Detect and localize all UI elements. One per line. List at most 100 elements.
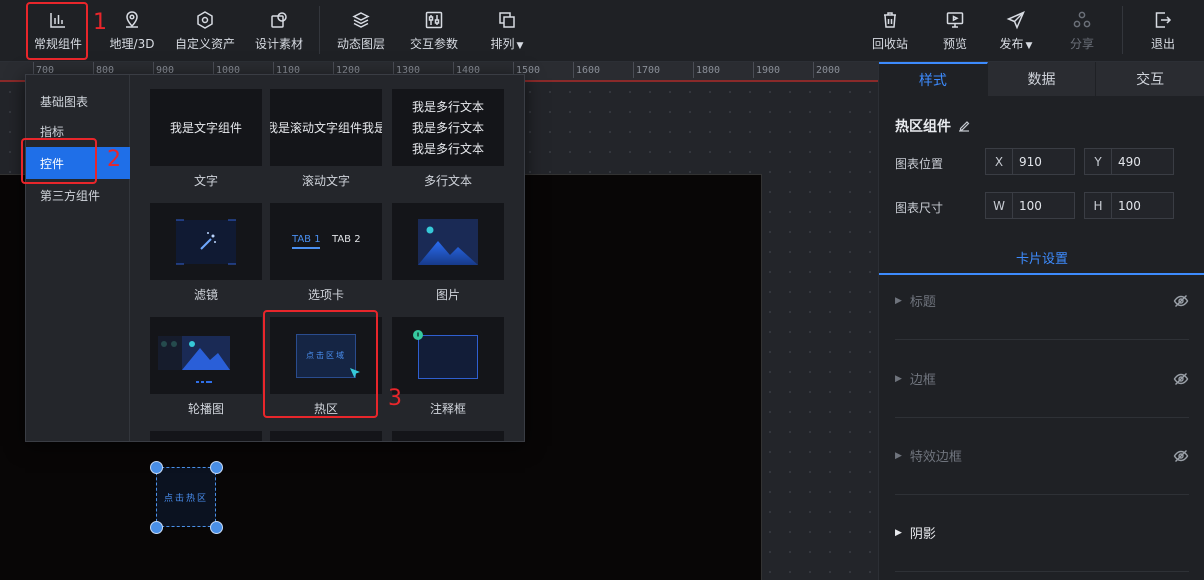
toolbar-geo-3d-button[interactable]: 地理/3D bbox=[106, 0, 158, 62]
component-card-annotation-box[interactable]: 注释框 bbox=[392, 317, 504, 417]
category-indicators[interactable]: 指标 bbox=[26, 115, 130, 147]
toolbar-interaction-params-button[interactable]: 交互参数 bbox=[407, 0, 461, 62]
chevron-down-icon: ▼ bbox=[516, 41, 524, 51]
sliders-icon bbox=[425, 11, 443, 29]
position-x-field[interactable]: X bbox=[985, 148, 1075, 175]
toolbar-design-material-button[interactable]: 设计素材 bbox=[252, 0, 306, 62]
trash-icon bbox=[884, 12, 896, 28]
edit-pencil-icon[interactable] bbox=[957, 119, 971, 133]
ruler-tick: 1800 bbox=[692, 62, 721, 78]
carousel-icon bbox=[158, 335, 230, 383]
eye-hidden-icon[interactable] bbox=[1173, 448, 1189, 464]
section-label: 阴影 bbox=[909, 527, 936, 542]
toolbar-label: 自定义资产 bbox=[174, 37, 235, 51]
position-x-input[interactable] bbox=[1013, 154, 1073, 169]
category-third-party[interactable]: 第三方组件 bbox=[26, 179, 130, 211]
card-preview-text: 点击区域 bbox=[306, 351, 346, 360]
toolbar-label: 分享 bbox=[1069, 37, 1094, 51]
section-border[interactable]: ▶ 边框 bbox=[895, 340, 1189, 418]
category-label: 基础图表 bbox=[40, 94, 89, 109]
toolbar-recycle-bin-button[interactable]: 回收站 bbox=[868, 0, 912, 62]
toolbar-label: 动态图层 bbox=[336, 37, 385, 51]
eye-hidden-icon[interactable] bbox=[1173, 371, 1189, 387]
card-preview-text: 我是文字组件 bbox=[169, 121, 242, 135]
toolbar-publish-dropdown[interactable]: 发布 ▼ bbox=[994, 0, 1038, 62]
position-y-input[interactable] bbox=[1112, 154, 1172, 169]
toolbar-label: 回收站 bbox=[871, 37, 908, 51]
component-card-partial[interactable] bbox=[150, 431, 262, 441]
eye-hidden-icon[interactable] bbox=[1173, 293, 1189, 309]
properties-panel: 样式 数据 交互 热区组件 图表位置 X Y 图表尺寸 W H 卡片设置 ▶标题 bbox=[878, 62, 1204, 580]
component-card-partial[interactable] bbox=[392, 431, 504, 441]
component-card-tabs[interactable]: TAB 1 TAB 2 选项卡 bbox=[270, 203, 382, 303]
card-thumbnail: 我是滚动文字组件我是 bbox=[270, 89, 382, 166]
card-preview-text: 我是多行文本 bbox=[411, 100, 484, 114]
hotspot-preview: 点击区域 bbox=[296, 333, 360, 378]
annotation-number-2: 2 bbox=[107, 147, 121, 172]
card-thumbnail: 我是多行文本 我是多行文本 我是多行文本 bbox=[392, 89, 504, 166]
section-shadow[interactable]: ▶ 阴影 bbox=[895, 494, 1189, 572]
size-h-field[interactable]: H bbox=[1084, 192, 1174, 219]
card-label: 文字 bbox=[193, 174, 218, 188]
section-effect-border[interactable]: ▶ 特效边框 bbox=[895, 417, 1189, 495]
toolbar-exit-button[interactable]: 退出 bbox=[1144, 0, 1182, 62]
tab-interaction[interactable]: 交互 bbox=[1096, 62, 1204, 96]
size-w-input[interactable] bbox=[1013, 198, 1073, 213]
hexagon-icon bbox=[197, 11, 213, 29]
card-label: 滚动文字 bbox=[301, 174, 350, 188]
exit-icon bbox=[1155, 12, 1172, 28]
toolbar-label: 常规组件 bbox=[33, 37, 82, 51]
resize-handle-top-right[interactable] bbox=[210, 461, 223, 474]
toolbar-preview-button[interactable]: 预览 bbox=[938, 0, 972, 62]
component-card-carousel[interactable]: 轮播图 bbox=[150, 317, 262, 417]
component-card-hotspot[interactable]: 点击区域 热区 bbox=[270, 317, 382, 417]
component-card-text[interactable]: 我是文字组件 文字 bbox=[150, 89, 262, 189]
ruler-tick: 1900 bbox=[752, 62, 781, 78]
component-card-filter[interactable]: 滤镜 bbox=[150, 203, 262, 303]
component-card-partial[interactable] bbox=[270, 431, 382, 441]
toolbar-dynamic-layers-button[interactable]: 动态图层 bbox=[334, 0, 388, 62]
panel-tabs: 样式 数据 交互 bbox=[879, 62, 1204, 96]
toolbar-label-wrap: 排列 ▼ bbox=[491, 35, 524, 52]
tab-label: 样式 bbox=[918, 73, 947, 89]
category-basic-charts[interactable]: 基础图表 bbox=[26, 85, 130, 117]
section-title[interactable]: ▶ 标题 bbox=[895, 262, 1189, 340]
resize-handle-top-left[interactable] bbox=[150, 461, 163, 474]
chevron-right-icon: ▶ bbox=[895, 527, 902, 538]
card-label: 轮播图 bbox=[187, 402, 224, 416]
component-card-multiline-text[interactable]: 我是多行文本 我是多行文本 我是多行文本 多行文本 bbox=[392, 89, 504, 189]
size-w-field[interactable]: W bbox=[985, 192, 1075, 219]
monitor-icon bbox=[946, 12, 964, 28]
toolbar-label: 预览 bbox=[942, 37, 967, 51]
tab-label: 数据 bbox=[1027, 72, 1056, 88]
toolbar-custom-assets-button[interactable]: 自定义资产 bbox=[172, 0, 238, 62]
card-thumbnail: 点击区域 bbox=[270, 317, 382, 394]
tab-data[interactable]: 数据 bbox=[988, 62, 1097, 96]
card-preview-text: 我是多行文本 bbox=[411, 142, 484, 156]
card-label: 多行文本 bbox=[423, 174, 472, 188]
component-card-image[interactable]: 图片 bbox=[392, 203, 504, 303]
position-y-field[interactable]: Y bbox=[1084, 148, 1174, 175]
toolbar-share-button[interactable]: 分享 bbox=[1064, 0, 1100, 62]
hotspot-widget[interactable]: 点击热区 bbox=[156, 467, 216, 527]
toolbar-common-components-button[interactable]: 常规组件 bbox=[32, 0, 84, 62]
position-label: 图表位置 bbox=[895, 157, 944, 171]
card-label: 图片 bbox=[435, 288, 460, 302]
image-icon bbox=[418, 218, 478, 265]
tab-label: 交互 bbox=[1136, 72, 1165, 88]
size-h-input[interactable] bbox=[1112, 198, 1172, 213]
layers-icon bbox=[352, 12, 370, 28]
resize-handle-bottom-left[interactable] bbox=[150, 521, 163, 534]
chevron-down-icon: ▼ bbox=[1025, 41, 1033, 51]
resize-handle-bottom-right[interactable] bbox=[210, 521, 223, 534]
annotation-box-preview bbox=[418, 335, 478, 379]
toolbar-label: 设计素材 bbox=[254, 37, 303, 51]
magic-wand-icon bbox=[175, 219, 237, 264]
card-preview-text: 我是滚动文字组件我是 bbox=[270, 121, 382, 135]
tab-style[interactable]: 样式 bbox=[879, 62, 988, 96]
component-card-scroll-text[interactable]: 我是滚动文字组件我是 滚动文字 bbox=[270, 89, 382, 189]
toolbar-arrange-dropdown[interactable]: 排列 ▼ bbox=[486, 0, 528, 62]
field-key: H bbox=[1085, 193, 1112, 218]
card-thumbnail bbox=[150, 317, 262, 394]
toolbar-label: 排列 bbox=[490, 37, 515, 51]
